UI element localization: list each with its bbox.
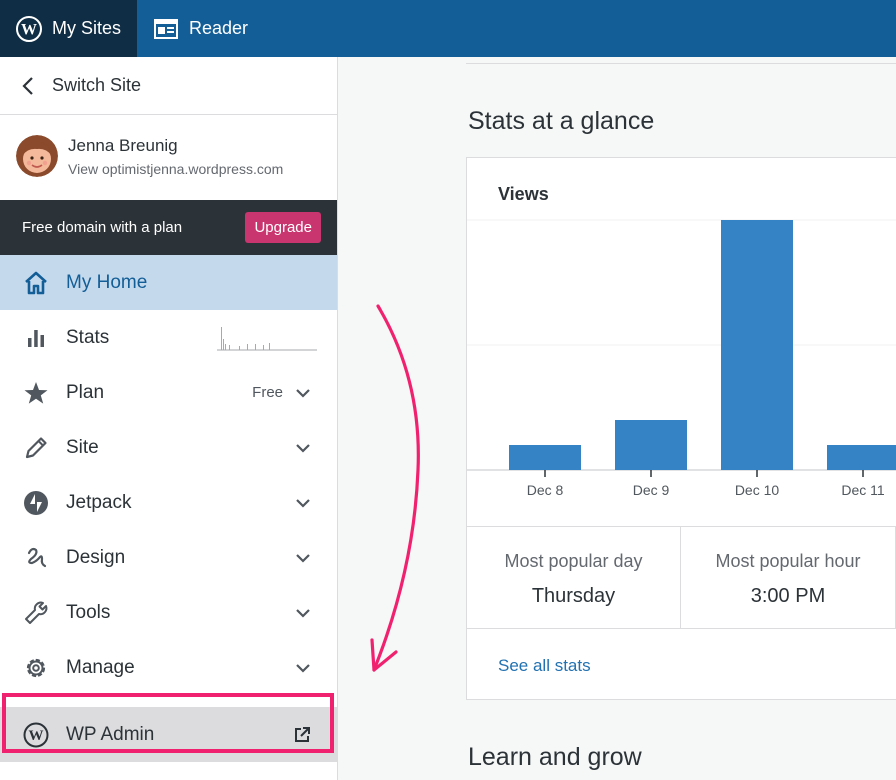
site-name: Jenna Breunig [68, 136, 178, 155]
chevron-down-icon [295, 498, 311, 508]
chevron-down-icon [295, 443, 311, 453]
pencil-icon [22, 434, 50, 462]
my-sites-button[interactable]: W My Sites [0, 0, 137, 57]
chevron-left-icon [20, 76, 36, 96]
chevron-down-icon [295, 608, 311, 618]
sidebar-item-tools[interactable]: Tools [0, 585, 337, 640]
views-chart: Dec 8 Dec 9 Dec 10 Dec 11 [467, 219, 896, 498]
switch-site-button[interactable]: Switch Site [0, 57, 337, 115]
popular-day-label: Most popular day [504, 551, 643, 571]
avatar [16, 135, 68, 182]
design-icon [22, 544, 50, 572]
my-sites-label: My Sites [52, 18, 122, 38]
chart-bar[interactable] [721, 220, 793, 470]
wrench-icon [22, 599, 50, 627]
gear-icon [22, 654, 50, 682]
sidebar-item-jetpack[interactable]: Jetpack [0, 475, 337, 530]
sidebar-item-design[interactable]: Design [0, 530, 337, 585]
popular-hour-value: 3:00 PM [750, 585, 826, 607]
chart-bar[interactable] [615, 420, 687, 470]
reader-button[interactable]: Reader [137, 0, 264, 57]
sidebar-item-label: My Home [66, 271, 148, 293]
reader-icon [153, 16, 179, 42]
popular-hour-label: Most popular hour [715, 551, 861, 571]
jetpack-icon [22, 489, 50, 517]
chevron-down-icon [295, 553, 311, 563]
sidebar-item-manage[interactable]: Manage [0, 640, 337, 695]
masterbar: W My Sites Reader [0, 0, 896, 57]
chart-tick-label: Dec 9 [633, 482, 670, 498]
chart-tick-label: Dec 10 [735, 482, 780, 498]
plan-badge: Free [252, 384, 283, 401]
chevron-down-icon [295, 663, 311, 673]
upgrade-button[interactable]: Upgrade [245, 212, 321, 243]
sidebar-item-label: Plan [66, 381, 105, 403]
chart-bar[interactable] [827, 445, 896, 470]
stats-icon [22, 324, 50, 352]
stats-card: Views Dec 8 Dec 9 Dec 10 Dec 11 Most popula… [466, 157, 896, 700]
current-site[interactable]: Jenna Breunig View optimistjenna.wordpre… [0, 115, 337, 200]
chart-tick-label: Dec 11 [841, 482, 885, 498]
sidebar-item-label: Jetpack [66, 491, 132, 513]
divider [466, 63, 896, 64]
annotation-arrow [370, 304, 420, 672]
sidebar: Switch Site Jenna Breunig View optimistj… [0, 57, 338, 780]
popular-stats-row: Most popular day Thursday Most popular h… [467, 526, 896, 629]
sidebar-item-label: Stats [66, 326, 110, 348]
sidebar-item-label: Tools [66, 601, 111, 623]
sidebar-item-plan[interactable]: Plan Free [0, 365, 337, 420]
upsell-text: Free domain with a plan [22, 219, 183, 236]
reader-label: Reader [189, 18, 249, 38]
wordpress-icon: W [16, 15, 42, 42]
sidebar-item-site[interactable]: Site [0, 420, 337, 475]
home-icon [22, 269, 50, 297]
domain-upsell-banner: Free domain with a plan Upgrade [0, 200, 337, 255]
sidebar-item-my-home[interactable]: My Home [0, 255, 337, 310]
see-all-stats-link[interactable]: See all stats [498, 656, 591, 676]
stats-sparkline [217, 325, 317, 351]
switch-site-label: Switch Site [52, 75, 142, 95]
popular-day-cell: Most popular day Thursday [467, 527, 681, 628]
popular-hour-cell: Most popular hour 3:00 PM [681, 527, 896, 628]
sidebar-item-label: Site [66, 436, 99, 458]
chevron-down-icon [295, 382, 311, 404]
chart-tick-label: Dec 8 [527, 482, 564, 498]
svg-text:W: W [21, 21, 37, 38]
sidebar-item-label: Design [66, 546, 126, 568]
sidebar-item-stats[interactable]: Stats [0, 310, 337, 365]
chart-bar[interactable] [509, 445, 581, 470]
wp-admin-highlight [2, 693, 334, 753]
stats-section-title: Stats at a glance [468, 107, 655, 135]
site-url-link[interactable]: View optimistjenna.wordpress.com [68, 161, 283, 177]
sidebar-item-label: Manage [66, 656, 135, 678]
popular-day-value: Thursday [531, 585, 616, 607]
star-icon [22, 379, 50, 407]
learn-section-title: Learn and grow [468, 743, 642, 771]
